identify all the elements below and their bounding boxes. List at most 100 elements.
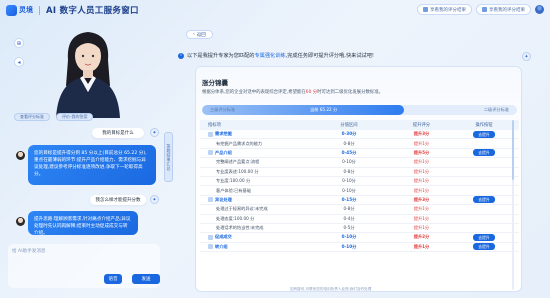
view-score-button-2[interactable]: 享看我的评分结果	[476, 4, 531, 15]
panel-title: 涨分锦囊	[202, 79, 228, 87]
my-answer-tag[interactable]: 评价-我的答案	[56, 113, 94, 121]
metric-name: 促成成交	[215, 234, 232, 240]
cell-gain: 提升1分	[394, 216, 449, 222]
table-row: 需求挖掘 0-30分 提升3分 去提升	[200, 130, 519, 140]
expand-icon[interactable]	[208, 197, 213, 203]
metric-name: 处理过于轻易的异议:未完成	[216, 206, 268, 212]
notice-pre: 以下是我提升专家为您匹配的	[187, 53, 255, 59]
gain-value: 提升5分	[413, 149, 430, 155]
cell-metric: 转介绍	[200, 244, 304, 250]
logo-text: 灵境	[19, 6, 33, 14]
bot-message: 提升思路:理解顾客需求,针对痛点介绍产品;异议处理时先认同再解释;结束时主动促成…	[28, 211, 138, 236]
metric-name: 专业度:100.00 分	[216, 178, 251, 184]
cell-metric: 处理过于轻易的异议:未完成	[200, 206, 304, 212]
desc-highlight: 60 分	[305, 90, 318, 95]
table-row: 转介绍 0-10分 提升1分 去提升	[200, 243, 519, 253]
table-row: 专业度:100.00 分 0-10分 提升1分	[200, 177, 519, 187]
user-avatar-icon: ✦	[522, 52, 531, 61]
view-score-label-1: 享看我的评分结果	[430, 7, 466, 13]
table-row: 处理态度:100.00 分 0-4分 提升1分	[200, 215, 519, 224]
cell-range: 0-15分	[341, 196, 357, 202]
globe-icon[interactable]: ⊕	[14, 38, 24, 48]
cell-gain: 提升3分	[394, 131, 449, 137]
voice-button[interactable]: 语音	[104, 274, 122, 284]
digital-human-avatar	[38, 26, 138, 118]
cell-range: 0-4分	[343, 215, 355, 221]
notice-highlight[interactable]: 专属强化训练	[254, 53, 285, 59]
cell-metric: 专业度表述:100.00 分	[200, 169, 304, 175]
metric-name: 处理话术的恰当性:未完成	[216, 225, 264, 231]
cell-metric: 促成成交	[200, 234, 304, 240]
cell-gain: 提升2分	[394, 234, 449, 240]
cell-gain: 提升1分	[394, 169, 449, 175]
cell-range: 0-10分	[341, 234, 357, 240]
table-scrollbar[interactable]	[512, 120, 514, 290]
cell-gain: 提升1分	[394, 244, 449, 250]
desc-post: 时可达到二级优化发展分数标准。	[317, 90, 384, 95]
metric-name: 完整阐述产品要点:流程	[216, 159, 260, 165]
scrollbar-thumb[interactable]	[512, 120, 514, 180]
panel-description: 根据分体系,您的企业对话中的表现综合评定,希望能在60 分时可达到二级优化发展分…	[202, 89, 517, 95]
app-header: 灵境 AI 数字人员工服务窗口 享看我的评分结果 享看我的评分结果	[0, 0, 550, 20]
cell-range: 0-30分	[341, 131, 357, 137]
gain-value: 提升2分	[413, 234, 430, 240]
gain-value: 提升1分	[413, 140, 430, 146]
current-score: 当前 65.22 分	[310, 107, 338, 112]
gain-value: 提升3分	[413, 196, 430, 202]
table-row: 处理过于轻易的异议:未完成 0-8分 提升1分	[200, 205, 519, 215]
app-title: AI 数字人员工服务窗口	[46, 6, 139, 16]
expand-icon[interactable]	[208, 150, 213, 156]
score-progress-bar: 三级评分标准 当前 65.22 分 二级评分标准	[202, 105, 517, 115]
result-summary-tab[interactable]: 答题结果汇总	[164, 132, 173, 182]
notice-line: i 以下是我提升专家为您匹配的专属强化训练,完成任务即可提升评分哦,快来试试吧!	[178, 52, 374, 59]
improve-button[interactable]: 去提升	[473, 149, 495, 157]
improve-button[interactable]: 去提升	[473, 243, 495, 251]
metric-name: 产品介绍	[215, 149, 232, 155]
expand-icon[interactable]	[208, 131, 213, 137]
improve-button[interactable]: 去提升	[473, 233, 495, 241]
back-button[interactable]: ‹ 返回	[186, 30, 213, 39]
table-row: 产品介绍 0-45分 提升5分 去提升	[200, 149, 519, 159]
cell-gain: 提升1分	[394, 178, 449, 184]
speaker-icon[interactable]: ◂	[14, 57, 24, 67]
view-standard-tag[interactable]: 查看评分标准	[14, 113, 50, 121]
doc-icon	[482, 7, 487, 12]
expand-icon[interactable]	[208, 244, 213, 250]
table-row: 专业度表述:100.00 分 0-8分 提升1分	[200, 168, 519, 177]
chat-input-area[interactable]: 给 AI助手发消息 语音 发送	[8, 244, 160, 288]
cell-metric: 异议处理	[200, 197, 304, 203]
table-row: 完整阐述产品要点:流程 0-10分 提升1分	[200, 158, 519, 168]
desc-pre: 根据分体系,您的企业对话中的表现综合评定,希望能在	[202, 90, 306, 95]
col-range: 分值区间	[340, 123, 358, 128]
metric-name: 有挖掘产品需求点的能力	[216, 140, 263, 146]
view-score-label-2: 享看我的评分结果	[489, 7, 525, 13]
gain-value: 提升1分	[413, 215, 430, 221]
expand-icon[interactable]	[208, 234, 213, 240]
cell-action: 去提升	[449, 196, 519, 204]
improve-button[interactable]: 去提升	[473, 196, 495, 204]
user-avatar-icon: ✦	[150, 128, 159, 137]
cell-range: 0-10分	[341, 243, 357, 249]
cell-action: 去提升	[449, 149, 519, 157]
user-avatar[interactable]	[535, 5, 544, 14]
col-metric: 指标项	[208, 123, 221, 128]
doc-icon	[423, 7, 428, 12]
view-score-button-1[interactable]: 享看我的评分结果	[417, 4, 472, 15]
chevron-left-icon: ‹	[193, 32, 195, 37]
cell-range: 0-8分	[343, 168, 355, 174]
logo: 灵境	[6, 4, 33, 16]
user-message: 我的目标是什么	[92, 128, 144, 138]
table-row: 有挖掘产品需求点的能力 0-8分 提升1分	[200, 139, 519, 149]
metric-name: 需求挖掘	[215, 131, 232, 137]
send-button[interactable]: 发送	[132, 274, 160, 284]
metric-name: 转介绍	[215, 243, 228, 249]
gain-value: 提升1分	[413, 168, 430, 174]
gain-value: 提升1分	[413, 178, 430, 184]
improve-button[interactable]: 去提升	[473, 130, 495, 138]
chat-history: 我的目标是什么 ✦ 您的目标是提升得分到 85 分以上(目前总分 65.22 分…	[10, 125, 170, 240]
cell-range: 0-45分	[341, 149, 357, 155]
metric-name: 专业度表述:100.00 分	[216, 168, 259, 174]
cell-gain: 提升1分	[394, 188, 449, 194]
gain-value: 提升1分	[413, 159, 430, 165]
score-level-3: 三级评分标准	[210, 107, 236, 112]
